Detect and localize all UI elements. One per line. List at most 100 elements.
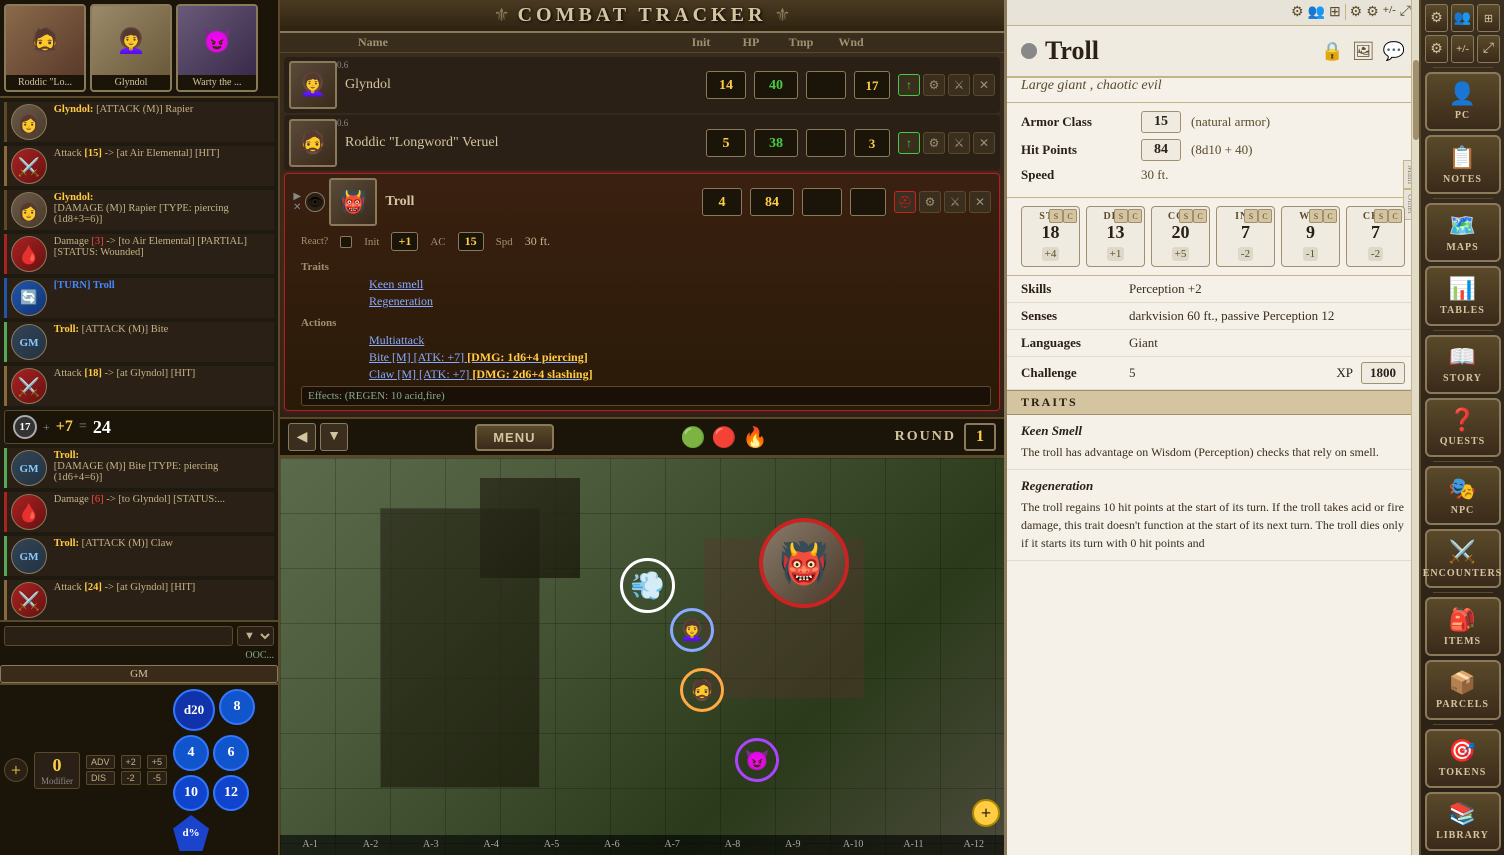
str-cs-btn[interactable]: C <box>1063 209 1077 223</box>
troll-hp[interactable]: 84 <box>750 188 794 216</box>
portrait-glyndol[interactable]: 👩‍🦱 Glyndol <box>90 4 172 92</box>
cha-cs-btn[interactable]: C <box>1388 209 1402 223</box>
roddic-init[interactable]: 5 <box>706 129 746 157</box>
sidebar-tab-notes[interactable]: 📋 NOTES <box>1425 135 1501 194</box>
right-scroll-bar[interactable] <box>1411 0 1419 855</box>
settings-icon-5[interactable]: +/- <box>1451 35 1474 63</box>
top-icon-plusminus[interactable]: +/- <box>1383 4 1396 21</box>
roddic-status-icon[interactable]: ↑ <box>898 132 920 154</box>
action-multiattack[interactable]: Multiattack <box>369 333 991 348</box>
con-s-btn[interactable]: S <box>1179 209 1193 223</box>
combatant-row-glyndol[interactable]: 0.6 👩‍🦱 Glyndol 14 40 17 ↑ ⚙ ⚔ ✕ <box>284 57 1000 113</box>
glyndol-icon-3[interactable]: ✕ <box>973 74 995 96</box>
plus5-button[interactable]: +5 <box>147 755 167 769</box>
roddic-hp[interactable]: 38 <box>754 129 798 157</box>
combatant-row-troll[interactable]: ▶ ✕ 👁 👹 Troll 4 84 ⛑ <box>284 173 1000 411</box>
menu-button[interactable]: MENU <box>475 424 553 451</box>
glyndol-status-icon[interactable]: ↑ <box>898 74 920 96</box>
sidebar-tab-tokens[interactable]: 🎯 TOKENS <box>1425 729 1501 788</box>
troll-wnd[interactable] <box>850 188 886 216</box>
dice-d10[interactable]: 10 <box>173 775 209 811</box>
troll-helm-icon[interactable]: ⛑ <box>894 191 916 213</box>
top-icon-resize[interactable]: ⤢ <box>1400 4 1411 21</box>
troll-tmp[interactable] <box>802 188 842 216</box>
dice-d12[interactable]: 12 <box>213 775 249 811</box>
glyndol-tmp[interactable] <box>806 71 846 99</box>
troll-icon-2[interactable]: ⚔ <box>944 191 966 213</box>
minus5-button[interactable]: -5 <box>147 771 167 785</box>
settings-icon-1[interactable]: ⚙ <box>1425 4 1448 32</box>
react-checkbox[interactable] <box>340 236 352 248</box>
map-area[interactable]: 💨 👩‍🦱 👹 🧔 😈 + A-1 A-2 A-3 A-4 <box>280 458 1004 855</box>
sidebar-tab-encounters[interactable]: ⚔️ ENCOUNTERS <box>1425 529 1501 588</box>
chat-input[interactable] <box>4 626 233 646</box>
roddic-icon-2[interactable]: ⚔ <box>948 132 970 154</box>
portrait-warty[interactable]: 😈 Warty the ... <box>176 4 258 92</box>
top-icon-people[interactable]: 👥 <box>1308 4 1325 21</box>
sidebar-tab-quests[interactable]: ❓ QUESTS <box>1425 398 1501 457</box>
sidebar-tab-items[interactable]: 🎒 ITEMS <box>1425 597 1501 656</box>
sidebar-tab-tables[interactable]: 📊 TABLES <box>1425 266 1501 325</box>
glyndol-hp[interactable]: 40 <box>754 71 798 99</box>
nav-down-btn[interactable]: ▼ <box>320 423 348 451</box>
str-s-btn[interactable]: S <box>1049 209 1063 223</box>
glyndol-icon-1[interactable]: ⚙ <box>923 74 945 96</box>
dex-s-btn[interactable]: S <box>1114 209 1128 223</box>
troll-icon-3[interactable]: ✕ <box>969 191 991 213</box>
char-portrait-icon[interactable]: 🖼 <box>1352 41 1375 62</box>
troll-init[interactable]: 4 <box>702 188 742 216</box>
add-token-button[interactable]: + <box>972 799 1000 827</box>
dex-cs-btn[interactable]: C <box>1128 209 1142 223</box>
top-icon-gear2[interactable]: ⚙ <box>1350 4 1363 21</box>
action-bite[interactable]: Bite [M] [ATK: +7] [DMG: 1d6+4 piercing] <box>369 350 991 365</box>
troll-prev-btn[interactable]: ▶ <box>293 191 301 202</box>
roddic-icon-3[interactable]: ✕ <box>973 132 995 154</box>
dice-d100[interactable]: d% <box>173 815 209 851</box>
wis-cs-btn[interactable]: C <box>1323 209 1337 223</box>
map-token-warty[interactable]: 😈 <box>735 738 779 782</box>
glyndol-wnd[interactable]: 17 <box>854 71 890 99</box>
dice-d6[interactable]: 6 <box>213 735 249 771</box>
sidebar-tab-story[interactable]: 📖 STORY <box>1425 335 1501 394</box>
con-cs-btn[interactable]: C <box>1193 209 1207 223</box>
sidebar-tab-npc[interactable]: 🎭 NPC <box>1425 466 1501 525</box>
settings-icon-4[interactable]: ⚙ <box>1425 35 1448 63</box>
troll-close-btn[interactable]: ✕ <box>293 202 301 213</box>
int-s-btn[interactable]: S <box>1244 209 1258 223</box>
roddic-icon-1[interactable]: ⚙ <box>923 132 945 154</box>
dice-d8[interactable]: 8 <box>219 689 255 725</box>
trait-regeneration[interactable]: Regeneration <box>369 294 991 309</box>
minus2-button[interactable]: -2 <box>121 771 141 785</box>
trait-keen-smell[interactable]: Keen smell <box>369 277 991 292</box>
settings-icon-3[interactable]: ⊞ <box>1477 4 1500 32</box>
sidebar-tab-library[interactable]: 📚 LIBRARY <box>1425 792 1501 851</box>
troll-icon-1[interactable]: ⚙ <box>919 191 941 213</box>
settings-icon-6[interactable]: ⤢ <box>1477 35 1500 63</box>
map-token-glyndol[interactable]: 👩‍🦱 <box>670 608 714 652</box>
char-chat-icon[interactable]: 💬 <box>1383 41 1405 62</box>
add-dice-button[interactable]: + <box>4 758 28 782</box>
troll-eye-icon[interactable]: 👁 <box>305 192 325 212</box>
map-token-elemental[interactable]: 💨 <box>620 558 675 613</box>
roddic-tmp[interactable] <box>806 129 846 157</box>
int-cs-btn[interactable]: C <box>1258 209 1272 223</box>
cha-s-btn[interactable]: S <box>1374 209 1388 223</box>
sidebar-tab-pc[interactable]: 👤 PC <box>1425 72 1501 131</box>
top-icon-settings[interactable]: ⚙ <box>1366 4 1379 21</box>
advantage-button[interactable]: ADV <box>86 755 115 769</box>
sidebar-tab-parcels[interactable]: 📦 PARCELS <box>1425 660 1501 719</box>
dice-d4[interactable]: 4 <box>173 735 209 771</box>
wis-s-btn[interactable]: S <box>1309 209 1323 223</box>
map-token-troll[interactable]: 👹 <box>759 518 849 608</box>
glyndol-icon-2[interactable]: ⚔ <box>948 74 970 96</box>
action-claw[interactable]: Claw [M] [ATK: +7] [DMG: 2d6+4 slashing] <box>369 367 991 382</box>
roddic-wnd[interactable]: 3 <box>854 129 890 157</box>
plus2-button[interactable]: +2 <box>121 755 141 769</box>
dice-d20[interactable]: d20 <box>173 689 215 731</box>
disadvantage-button[interactable]: DIS <box>86 771 115 785</box>
top-icon-gear1[interactable]: ⚙ <box>1291 4 1304 21</box>
portrait-roddic[interactable]: 🧔 Roddic "Lo... <box>4 4 86 92</box>
top-icon-grid[interactable]: ⊞ <box>1329 4 1341 21</box>
chat-channel-dropdown[interactable]: ▼ <box>237 626 274 646</box>
settings-icon-2[interactable]: 👥 <box>1451 4 1474 32</box>
